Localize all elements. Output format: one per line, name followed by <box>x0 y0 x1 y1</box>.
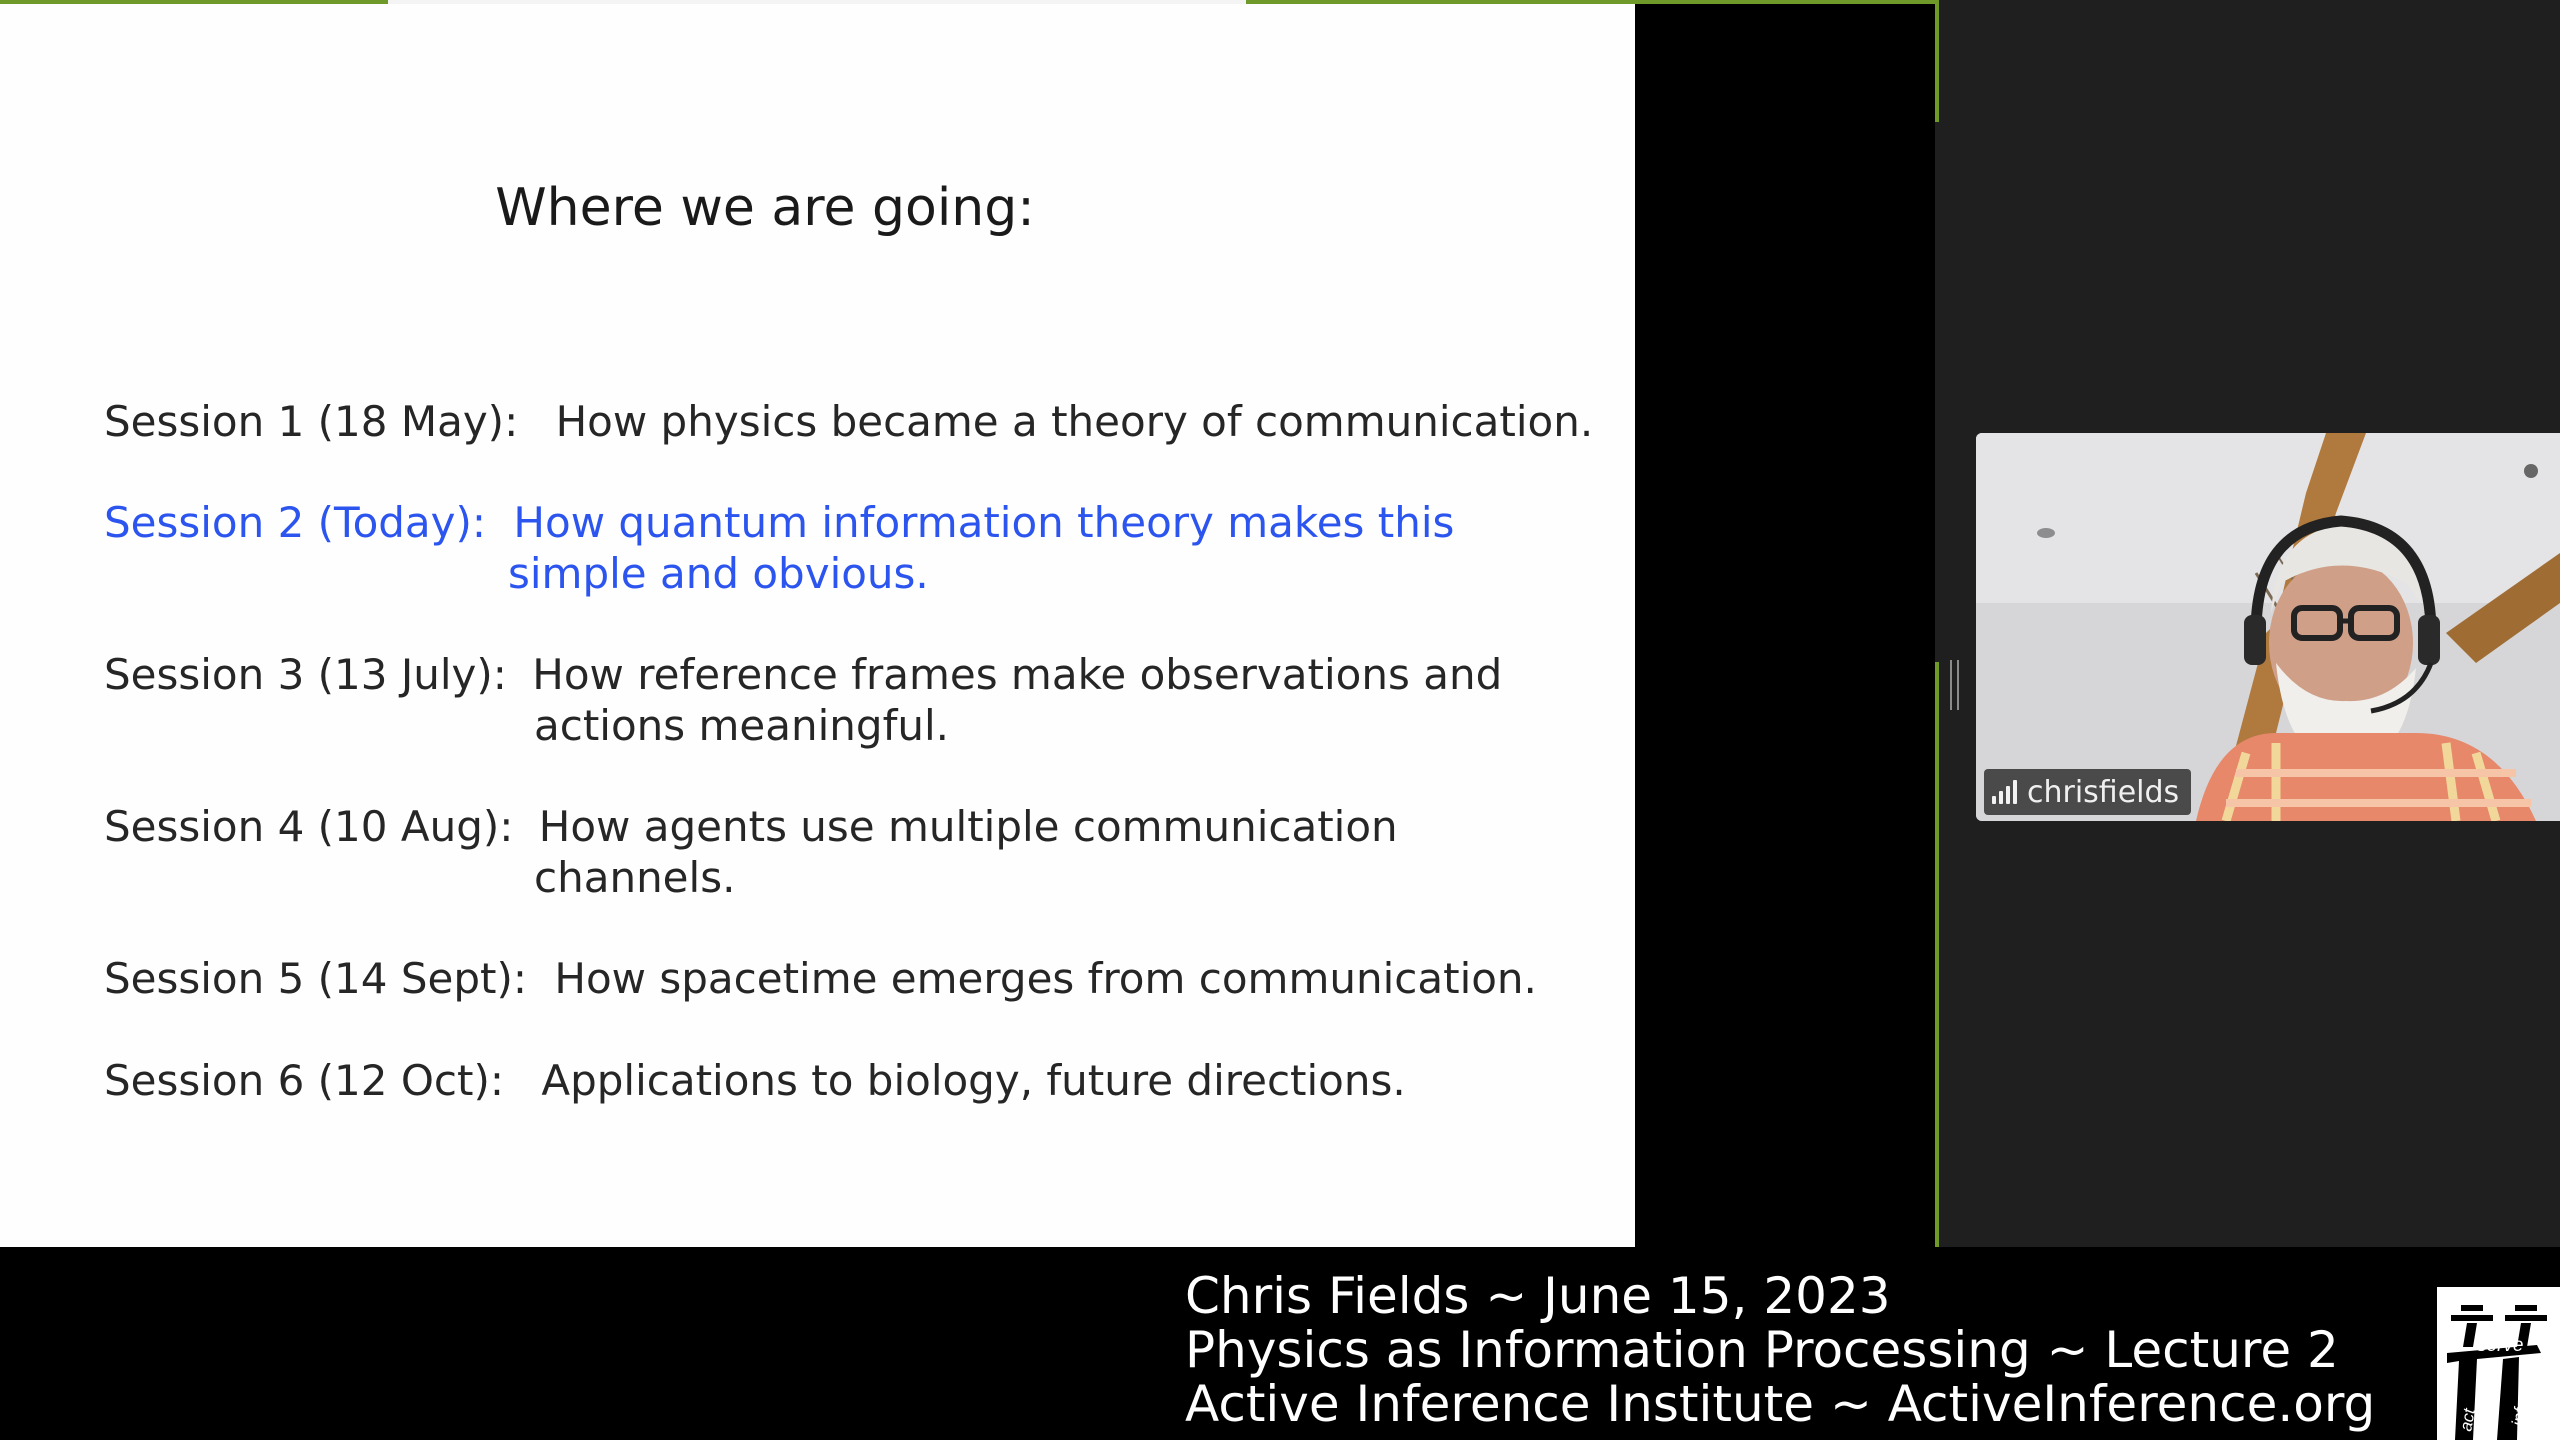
session-description: How agents use multiple communication <box>538 802 1398 851</box>
share-frame-gap <box>1935 122 1939 662</box>
slide-title: Where we are going: <box>495 178 1035 238</box>
session-item: Session 6 (12 Oct): Applications to biol… <box>104 1055 1406 1106</box>
session-item: Session 1 (18 May): How physics became a… <box>104 396 1593 447</box>
signal-strength-icon <box>1992 780 2017 804</box>
session-description-continued: simple and obvious. <box>508 549 929 598</box>
session-description: How physics became a theory of communica… <box>555 397 1594 446</box>
caption-line-speaker: Chris Fields ~ June 15, 2023 <box>1185 1267 1891 1325</box>
caption-line-org: Active Inference Institute ~ ActiveInfer… <box>1185 1375 2376 1433</box>
participant-name: chrisfields <box>2027 774 2180 810</box>
share-letterbox <box>1635 0 1935 1247</box>
session-label: Session 2 (Today): <box>104 498 487 547</box>
screen: Where we are going: Session 1 (18 May): … <box>0 0 2560 1440</box>
caption-text: Chris Fields ~ June 15, 2023 Physics as … <box>1185 1269 2375 1431</box>
caption-line-course: Physics as Information Processing ~ Lect… <box>1185 1321 2339 1379</box>
session-item-current: Session 2 (Today): How quantum informati… <box>104 497 1454 599</box>
participant-name-tag: chrisfields <box>1984 769 2192 815</box>
share-toolbar-strip <box>388 0 1246 4</box>
participant-video-tile[interactable]: chrisfields <box>1976 433 2560 821</box>
session-item: Session 3 (13 July): How reference frame… <box>104 649 1502 751</box>
session-description: How spacetime emerges from communication… <box>554 954 1537 1003</box>
logo-text-serve: serve <box>2477 1335 2523 1356</box>
active-inference-logo: serve act infer <box>2437 1287 2560 1440</box>
session-description: How quantum information theory makes thi… <box>513 498 1455 547</box>
shared-slide: Where we are going: Session 1 (18 May): … <box>0 0 1635 1247</box>
session-description-continued: channels. <box>534 853 736 902</box>
session-item: Session 4 (10 Aug): How agents use multi… <box>104 801 1398 903</box>
session-label: Session 1 (18 May): <box>104 397 519 446</box>
session-label: Session 4 (10 Aug): <box>104 802 514 851</box>
session-description-continued: actions meaningful. <box>534 701 949 750</box>
panel-resize-handle[interactable] <box>1950 660 1959 710</box>
participant-video <box>1976 433 2560 821</box>
session-description: Applications to biology, future directio… <box>541 1056 1406 1105</box>
meeting-area: Where we are going: Session 1 (18 May): … <box>0 0 2560 1247</box>
caption-bar: Chris Fields ~ June 15, 2023 Physics as … <box>0 1247 2560 1440</box>
logo-mark: serve act infer <box>2437 1287 2560 1440</box>
session-description: How reference frames make observations a… <box>532 650 1503 699</box>
session-label: Session 3 (13 July): <box>104 650 507 699</box>
session-item: Session 5 (14 Sept): How spacetime emerg… <box>104 953 1537 1004</box>
session-label: Session 5 (14 Sept): <box>104 954 528 1003</box>
session-label: Session 6 (12 Oct): <box>104 1056 505 1105</box>
